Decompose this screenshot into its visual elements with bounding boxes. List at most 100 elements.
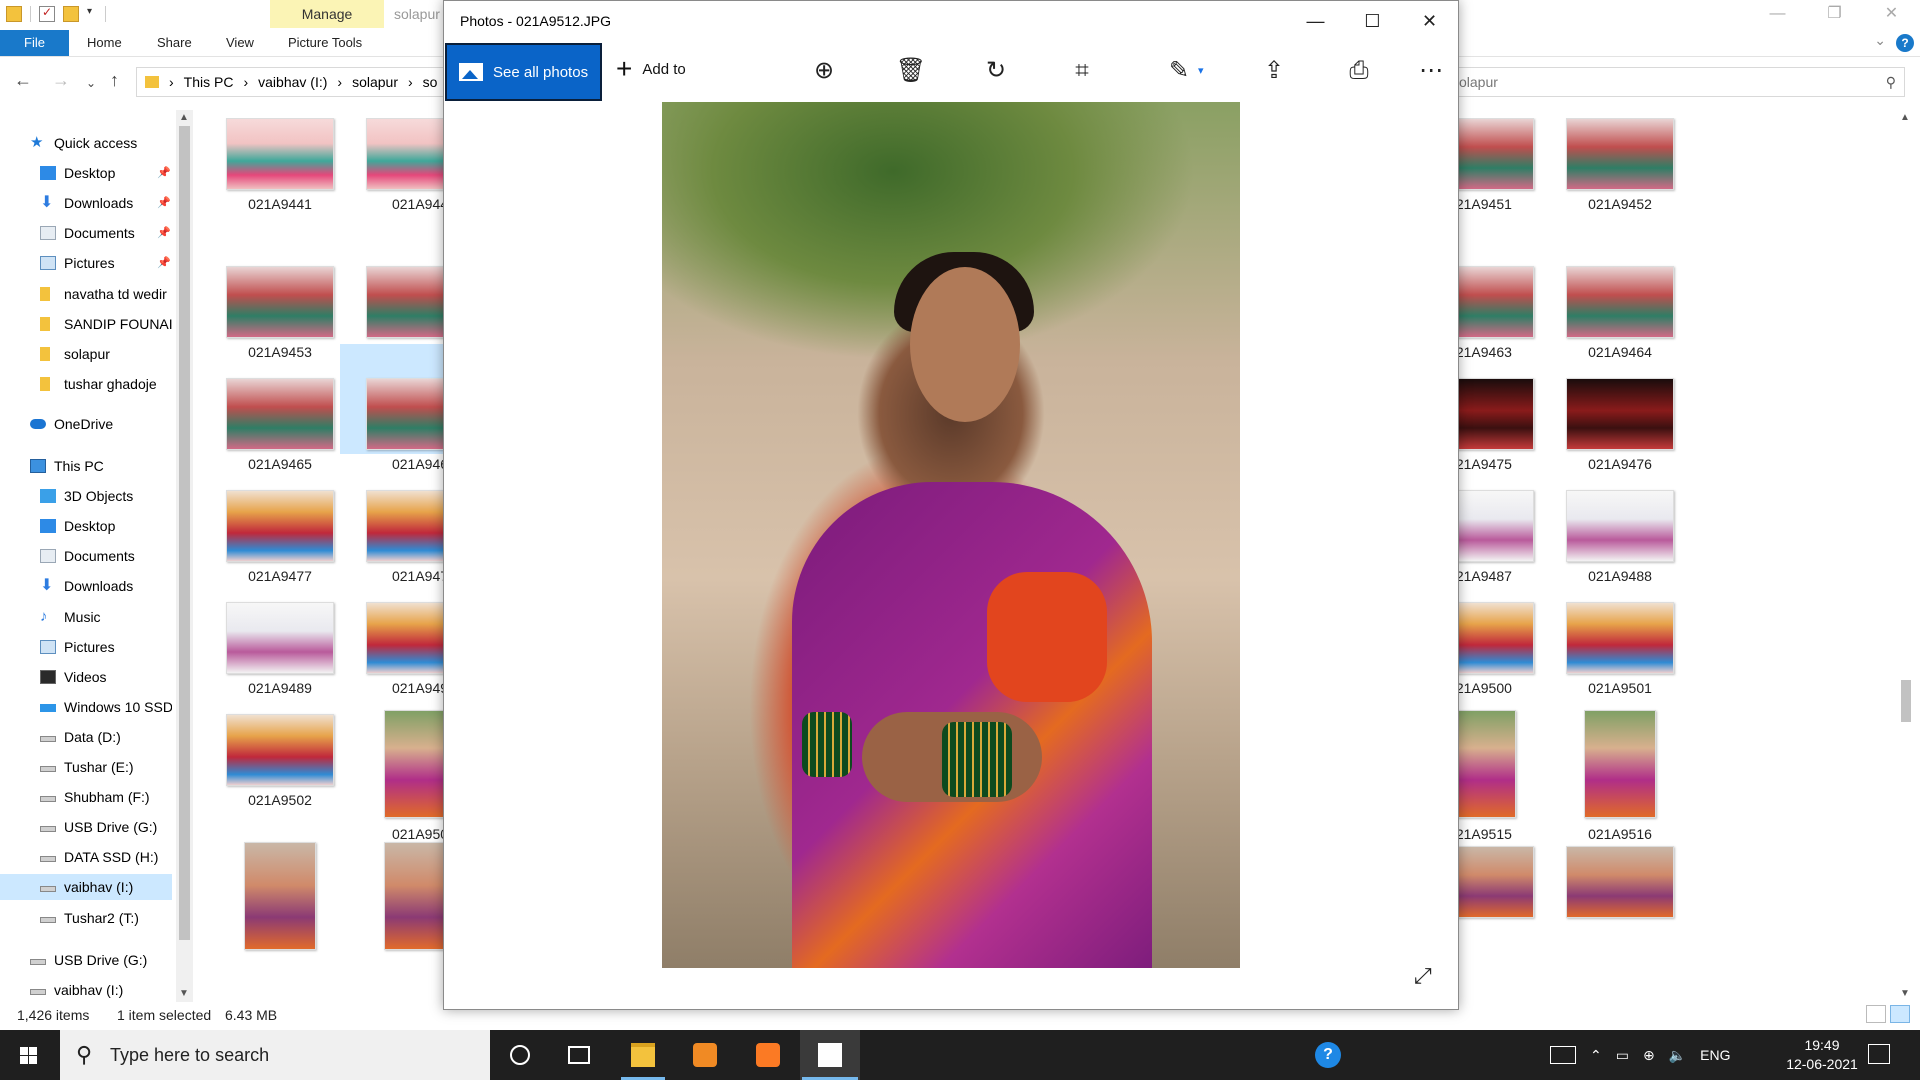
cortana-button[interactable] bbox=[490, 1030, 550, 1080]
delete-icon[interactable]: 🗑 bbox=[894, 55, 928, 87]
nav-item[interactable]: Pictures 📌 bbox=[0, 250, 172, 276]
nav-item[interactable]: Data (D:) bbox=[0, 724, 172, 750]
file-thumbnail[interactable] bbox=[1540, 812, 1680, 922]
touch-keyboard-icon[interactable] bbox=[1550, 1046, 1576, 1064]
action-center-icon[interactable] bbox=[1868, 1044, 1890, 1064]
scrollbar-thumb[interactable] bbox=[179, 126, 190, 940]
nav-item[interactable]: Videos bbox=[0, 664, 172, 690]
file-thumbnail[interactable] bbox=[200, 812, 340, 950]
manage-contextual-tab[interactable]: Manage bbox=[270, 0, 384, 28]
battery-icon[interactable]: ▭ bbox=[1616, 1047, 1629, 1064]
chevron-up-icon[interactable]: ⌃ bbox=[1590, 1047, 1602, 1064]
pin-icon[interactable]: 📌 bbox=[157, 190, 171, 216]
breadcrumb-drive[interactable]: vaibhav (I:) bbox=[258, 74, 327, 90]
file-thumbnail[interactable]: 021A9502 bbox=[200, 680, 340, 808]
file-thumbnail[interactable]: 021A9452 bbox=[1540, 118, 1680, 212]
scroll-up-icon[interactable]: ▲ bbox=[1900, 112, 1910, 123]
tab-share[interactable]: Share bbox=[157, 30, 192, 56]
rotate-icon[interactable]: ↻ bbox=[979, 55, 1013, 87]
tab-home[interactable]: Home bbox=[87, 30, 122, 56]
taskbar-photos[interactable] bbox=[800, 1030, 860, 1080]
customize-toolbar-icon[interactable]: ▾ bbox=[87, 6, 97, 22]
breadcrumb-solapur[interactable]: solapur bbox=[352, 74, 398, 90]
help-icon[interactable]: ? bbox=[1315, 1042, 1341, 1068]
file-thumbnail[interactable]: 021A9441 bbox=[200, 118, 340, 212]
restore-button[interactable]: ❐ bbox=[1806, 0, 1863, 30]
details-view-icon[interactable] bbox=[1866, 1005, 1886, 1023]
nav-item[interactable]: Tushar (E:) bbox=[0, 754, 172, 780]
nav-item[interactable]: ★ Quick access bbox=[0, 130, 172, 156]
scrollbar-thumb[interactable] bbox=[1901, 680, 1911, 722]
search-icon[interactable]: ⚲ bbox=[1886, 68, 1896, 96]
pin-icon[interactable]: 📌 bbox=[157, 160, 171, 186]
taskbar-file-explorer[interactable] bbox=[613, 1030, 673, 1080]
nav-item[interactable]: This PC bbox=[0, 453, 172, 479]
nav-item[interactable]: Windows 10 SSD bbox=[0, 694, 172, 720]
nav-item[interactable]: Desktop 📌 bbox=[0, 160, 172, 186]
taskbar-sublime-text[interactable] bbox=[675, 1030, 735, 1080]
photo-viewer-image[interactable] bbox=[662, 102, 1240, 968]
scroll-down-icon[interactable]: ▼ bbox=[1900, 988, 1910, 999]
file-scrollbar[interactable]: ▲ ▼ bbox=[1897, 110, 1914, 1002]
nav-item[interactable]: ⬇ Downloads 📌 bbox=[0, 190, 172, 216]
nav-item[interactable]: navatha td wedir bbox=[0, 281, 172, 307]
nav-item[interactable]: Desktop bbox=[0, 513, 172, 539]
file-thumbnail[interactable]: 021A9489 bbox=[200, 568, 340, 696]
nav-item[interactable]: Shubham (F:) bbox=[0, 784, 172, 810]
zoom-in-icon[interactable]: ⊕ bbox=[807, 55, 841, 87]
share-icon[interactable]: ⇪ bbox=[1257, 55, 1291, 87]
nav-item[interactable]: SANDIP FOUNAI bbox=[0, 311, 172, 337]
new-folder-icon[interactable] bbox=[63, 6, 79, 22]
close-button[interactable]: ✕ bbox=[1401, 1, 1458, 41]
task-view-button[interactable] bbox=[550, 1030, 610, 1080]
nav-item[interactable]: Tushar2 (T:) bbox=[0, 905, 172, 931]
forward-arrow-icon[interactable]: → bbox=[52, 70, 70, 91]
scroll-down-icon[interactable]: ▼ bbox=[179, 988, 189, 999]
print-icon[interactable]: ⎙ bbox=[1342, 55, 1376, 87]
nav-item[interactable]: DATA SSD (H:) bbox=[0, 844, 172, 870]
language-indicator[interactable]: ENG bbox=[1700, 1047, 1730, 1063]
nav-item[interactable]: USB Drive (G:) bbox=[0, 947, 172, 973]
back-arrow-icon[interactable]: ← bbox=[14, 70, 32, 91]
edit-icon[interactable]: ✎ ▾ bbox=[1162, 55, 1204, 87]
nav-item[interactable]: ♪ Music bbox=[0, 604, 172, 630]
nav-item[interactable]: vaibhav (I:) bbox=[0, 977, 172, 1000]
see-all-photos-button[interactable]: See all photos bbox=[445, 43, 602, 101]
nav-scrollbar[interactable]: ▲ ▼ bbox=[176, 110, 193, 1002]
clock[interactable]: 19:49 12-06-2021 bbox=[1780, 1036, 1864, 1074]
search-input[interactable]: olapur ⚲ bbox=[1450, 67, 1905, 97]
tab-view[interactable]: View bbox=[226, 30, 254, 56]
breadcrumb-this-pc[interactable]: This PC bbox=[184, 74, 234, 90]
minimize-button[interactable]: — bbox=[1287, 1, 1344, 41]
file-thumbnail[interactable]: 021A9516 bbox=[1540, 680, 1680, 842]
tab-file[interactable]: File bbox=[0, 30, 69, 56]
tab-picture-tools[interactable]: Picture Tools bbox=[288, 30, 362, 56]
nav-item[interactable]: tushar ghadoje bbox=[0, 371, 172, 397]
nav-item[interactable]: 3D Objects bbox=[0, 483, 172, 509]
minimize-button[interactable]: — bbox=[1749, 0, 1806, 30]
pin-icon[interactable]: 📌 bbox=[157, 250, 171, 276]
volume-icon[interactable]: 🔈 bbox=[1669, 1047, 1686, 1064]
file-thumbnail[interactable]: 021A9464 bbox=[1540, 232, 1680, 360]
nav-item[interactable]: Documents 📌 bbox=[0, 220, 172, 246]
nav-item[interactable]: Pictures bbox=[0, 634, 172, 660]
folder-icon[interactable] bbox=[6, 6, 22, 22]
close-button[interactable]: ✕ bbox=[1863, 0, 1920, 30]
recent-locations-icon[interactable]: ⌄ bbox=[86, 76, 96, 90]
file-thumbnail[interactable]: 021A9453 bbox=[200, 232, 340, 360]
large-icons-view-icon[interactable] bbox=[1890, 1005, 1910, 1023]
nav-item[interactable]: USB Drive (G:) bbox=[0, 814, 172, 840]
nav-item[interactable]: OneDrive bbox=[0, 411, 172, 437]
properties-icon[interactable] bbox=[39, 5, 55, 22]
chevron-down-icon[interactable]: ▾ bbox=[1198, 55, 1204, 87]
file-thumbnail[interactable]: 021A9501 bbox=[1540, 568, 1680, 696]
taskbar-xampp[interactable] bbox=[738, 1030, 798, 1080]
nav-item[interactable]: solapur bbox=[0, 341, 172, 367]
start-button[interactable] bbox=[0, 1030, 60, 1080]
more-icon[interactable]: ⋯ bbox=[1414, 55, 1448, 87]
nav-item[interactable]: vaibhav (I:) bbox=[0, 874, 172, 901]
add-to-button[interactable]: + Add to bbox=[616, 55, 686, 83]
crop-icon[interactable]: ⌗ bbox=[1065, 55, 1099, 87]
file-thumbnail[interactable]: 021A9465 bbox=[200, 344, 340, 472]
fullscreen-expand-icon[interactable]: ⤢ bbox=[1414, 963, 1432, 989]
